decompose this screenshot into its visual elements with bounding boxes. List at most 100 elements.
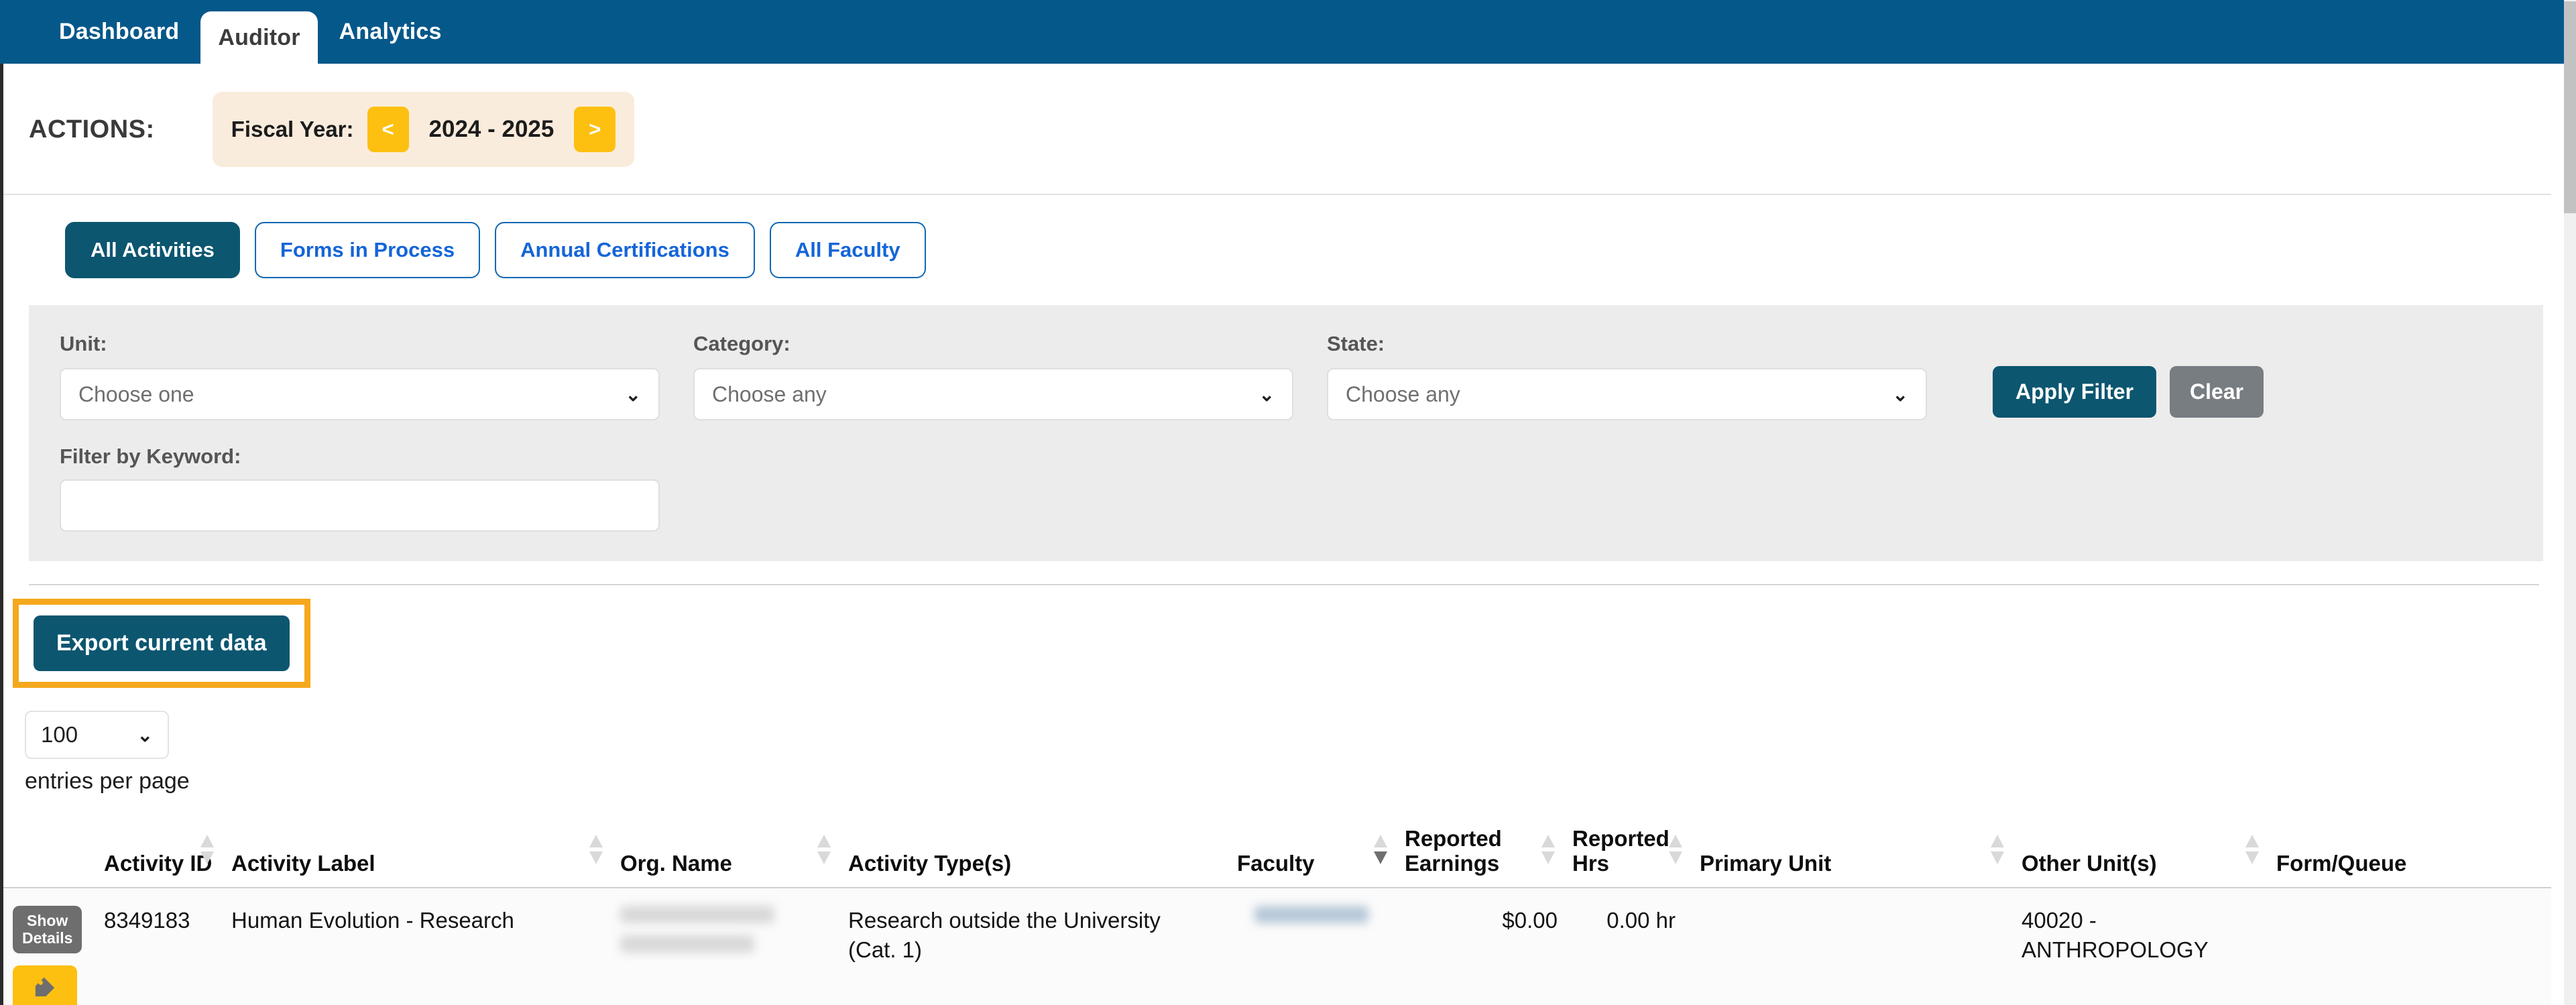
cell-reported-hrs: 0.00 hr [1572, 887, 1700, 1005]
filter-state-select[interactable]: Choose any ⌄ [1327, 368, 1927, 420]
filter-category-value: Choose any [712, 381, 827, 406]
filter-state-group: State: Choose any ⌄ [1327, 332, 1927, 420]
sort-icon[interactable] [2245, 834, 2259, 864]
filter-category-select[interactable]: Choose any ⌄ [693, 368, 1293, 420]
filter-keyword-input[interactable] [60, 479, 660, 532]
sort-icon[interactable] [200, 834, 214, 864]
pill-forms-in-process[interactable]: Forms in Process [254, 222, 481, 278]
col-actions [3, 827, 104, 888]
app-page: Dashboard Auditor Analytics ACTIONS: Fis… [0, 0, 2576, 1005]
tag-icon [35, 978, 55, 997]
col-form-queue: Form/Queue [2276, 827, 2551, 888]
col-form-queue-label: Form/Queue [2276, 850, 2407, 876]
col-org-name[interactable]: Org. Name [620, 827, 848, 888]
redacted-org-name [620, 905, 774, 923]
pill-all-activities[interactable]: All Activities [65, 222, 240, 278]
col-reported-earnings[interactable]: Reported Earnings [1405, 826, 1572, 888]
actions-label: ACTIONS: [29, 115, 155, 143]
filter-state-label: State: [1327, 332, 1385, 355]
attachments-count: 3 [40, 1002, 51, 1005]
entries-per-page-caption: entries per page [25, 768, 190, 794]
redacted-org-name-2 [620, 935, 754, 953]
filter-keyword-label: Filter by Keyword: [60, 445, 241, 468]
sort-icon[interactable] [817, 834, 831, 864]
col-activity-label-label: Activity Label [231, 850, 375, 876]
sort-icon[interactable] [589, 834, 603, 864]
divider-export [29, 584, 2539, 585]
filter-grid: Unit: Choose one ⌄ Category: Choose any … [60, 332, 2512, 420]
cell-activity-id: 8349183 [104, 887, 231, 1005]
nav-tab-auditor[interactable]: Auditor [200, 11, 318, 64]
nav-tab-list: Dashboard Auditor Analytics [38, 0, 463, 64]
entries-per-page-group: 100 ⌄ entries per page [25, 711, 2564, 794]
col-other-units[interactable]: Other Unit(s) [2022, 827, 2276, 888]
cell-reported-earnings: $0.00 [1405, 887, 1572, 1005]
nav-tab-dashboard[interactable]: Dashboard [38, 0, 200, 64]
filter-category-group: Category: Choose any ⌄ [693, 332, 1293, 420]
fiscal-year-prev-button[interactable]: < [367, 107, 409, 152]
clear-filter-button[interactable]: Clear [2170, 366, 2264, 418]
show-details-line2: Details [22, 929, 73, 947]
pill-all-faculty[interactable]: All Faculty [769, 222, 926, 278]
top-navbar: Dashboard Auditor Analytics [0, 0, 2564, 64]
vertical-scrollbar[interactable] [2564, 0, 2576, 1005]
export-current-data-button[interactable]: Export current data [34, 615, 290, 671]
filter-unit-group: Unit: Choose one ⌄ [60, 332, 660, 420]
col-other-units-label: Other Unit(s) [2022, 850, 2157, 876]
filter-panel: Unit: Choose one ⌄ Category: Choose any … [29, 305, 2543, 561]
sort-icon[interactable] [1669, 834, 1682, 864]
fiscal-year-selector: Fiscal Year: < 2024 - 2025 > [212, 92, 635, 167]
cell-primary-unit-spacer [1700, 887, 2022, 1005]
fiscal-year-label: Fiscal Year: [231, 117, 354, 141]
chevron-down-icon: ⌄ [1258, 383, 1275, 405]
col-activity-types: Activity Type(s) [848, 827, 1237, 888]
redacted-faculty [1254, 905, 1368, 923]
col-primary-unit[interactable]: Primary Unit [1700, 827, 2022, 888]
scrollbar-thumb[interactable] [2564, 1, 2576, 213]
cell-activity-label: Human Evolution - Research [231, 887, 620, 1005]
table-head: Activity ID Activity Label Org. Name Act… [3, 826, 2551, 888]
fiscal-year-value: 2024 - 2025 [428, 116, 554, 142]
filter-category-label: Category: [693, 332, 791, 355]
filter-state-value: Choose any [1346, 381, 1460, 406]
activities-table: Activity ID Activity Label Org. Name Act… [3, 826, 2576, 1005]
activities-table-wrap: Activity ID Activity Label Org. Name Act… [3, 826, 2576, 1005]
fiscal-year-next-button[interactable]: > [574, 107, 616, 152]
show-details-button[interactable]: Show Details [13, 905, 82, 954]
cell-org-name [620, 887, 848, 1005]
col-faculty-label: Faculty [1237, 850, 1315, 876]
attachments-tag-button[interactable]: 3 [13, 965, 77, 1005]
table-row: Show Details 3 8349183 [3, 887, 2576, 1005]
filter-actions: Apply Filter Clear [1993, 366, 2264, 420]
nav-tab-analytics[interactable]: Analytics [318, 0, 463, 64]
col-activity-label[interactable]: Activity Label [231, 827, 620, 888]
view-pill-row: All Activities Forms in Process Annual C… [3, 195, 2564, 278]
table-header-row: Activity ID Activity Label Org. Name Act… [3, 826, 2551, 888]
col-org-name-label: Org. Name [620, 850, 732, 876]
cell-activity-types: Research outside the University (Cat. 1) [848, 887, 1237, 1005]
chevron-down-icon: ⌄ [625, 383, 641, 405]
filter-unit-select[interactable]: Choose one ⌄ [60, 368, 660, 420]
apply-filter-button[interactable]: Apply Filter [1993, 366, 2157, 418]
col-primary-unit-label: Primary Unit [1700, 850, 1832, 876]
show-details-line1: Show [27, 911, 68, 929]
pill-annual-certifications[interactable]: Annual Certifications [495, 222, 755, 278]
cell-faculty [1237, 887, 1405, 1005]
chevron-down-icon: ⌄ [1892, 383, 1908, 405]
cell-row-actions: Show Details 3 [3, 887, 104, 1005]
export-highlight-box: Export current data [13, 599, 310, 688]
actions-row: ACTIONS: Fiscal Year: < 2024 - 2025 > [3, 64, 2564, 167]
entries-per-page-select[interactable]: 100 ⌄ [25, 711, 169, 759]
entries-per-page-value: 100 [41, 722, 78, 747]
chevron-down-icon: ⌄ [137, 724, 153, 746]
filter-keyword-group: Filter by Keyword: [60, 445, 2512, 532]
col-activity-types-label: Activity Type(s) [848, 850, 1012, 876]
sort-icon[interactable] [1991, 834, 2004, 864]
sort-icon[interactable] [1541, 834, 1555, 864]
cell-primary-unit: 40020 - ANTHROPOLOGY [2022, 887, 2276, 1005]
cell-other-units [2276, 887, 2551, 1005]
col-faculty[interactable]: Faculty [1237, 827, 1405, 888]
sort-icon-active[interactable] [1374, 834, 1387, 864]
col-activity-id[interactable]: Activity ID [104, 827, 231, 888]
col-reported-hrs[interactable]: Reported Hrs [1572, 826, 1700, 888]
